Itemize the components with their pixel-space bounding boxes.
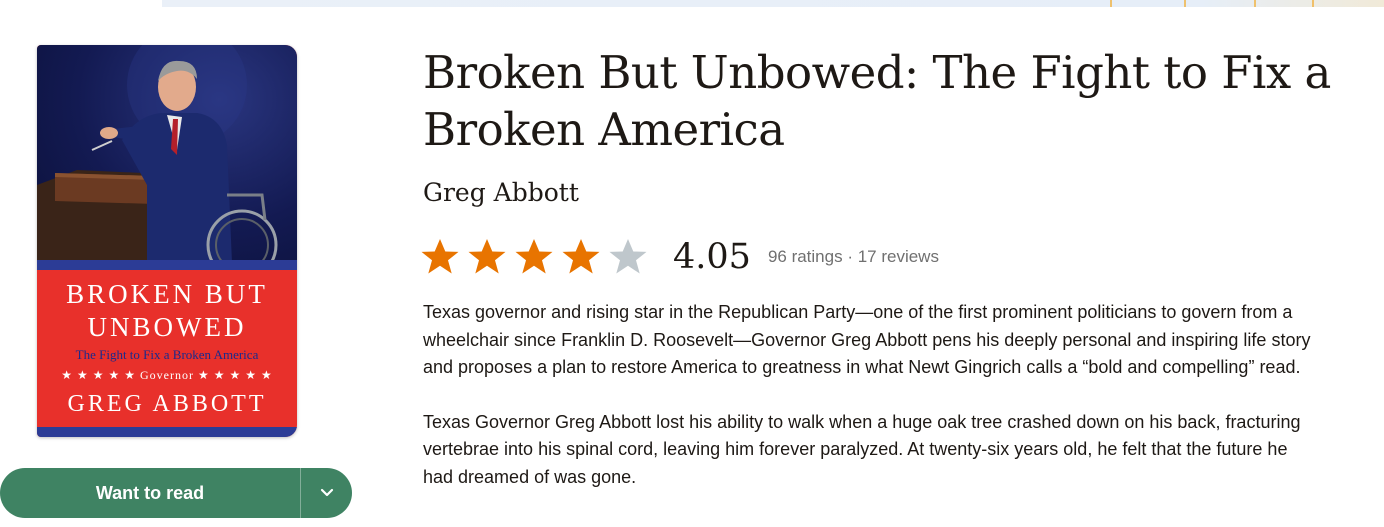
rating-stars xyxy=(420,237,655,277)
book-title: Broken But Unbowed: The Fight to Fix a B… xyxy=(423,46,1331,156)
star-filled-icon xyxy=(468,239,506,274)
cover-badge: ★ ★ ★ ★ ★ Governor ★ ★ ★ ★ ★ xyxy=(61,368,273,382)
want-to-read-button[interactable]: Want to read xyxy=(0,468,300,518)
star-filled-icon xyxy=(421,239,459,274)
rating-summary[interactable]: 4.05 96 ratings · 17 reviews xyxy=(420,232,939,282)
cover-subtitle: The Fight to Fix a Broken America xyxy=(75,347,259,362)
ratings-reviews-count[interactable]: 96 ratings · 17 reviews xyxy=(768,247,939,267)
average-rating: 4.05 xyxy=(673,237,751,277)
cover-title-line-1: BROKEN BUT xyxy=(66,279,268,309)
cover-stripe xyxy=(37,260,297,270)
cover-stripe-bottom xyxy=(37,427,297,437)
star-filled-icon xyxy=(562,239,600,274)
star-empty-icon xyxy=(609,239,647,274)
description-paragraph: Texas governor and rising star in the Re… xyxy=(423,302,1311,377)
shelf-options-button[interactable] xyxy=(301,468,352,518)
cover-author: GREG ABBOTT xyxy=(67,391,267,417)
author-link[interactable]: Greg Abbott xyxy=(423,178,579,207)
cover-photo xyxy=(37,45,297,281)
star-filled-icon xyxy=(515,239,553,274)
book-cover[interactable]: BROKEN BUT UNBOWED The Fight to Fix a Br… xyxy=(37,45,297,437)
book-description: Texas governor and rising star in the Re… xyxy=(423,299,1313,518)
chevron-down-icon xyxy=(320,488,333,497)
top-banner xyxy=(162,0,1384,7)
cover-title-line-2: UNBOWED xyxy=(87,312,247,342)
description-paragraph: Texas Governor Greg Abbott lost his abil… xyxy=(423,411,1301,487)
want-to-read-control: Want to read xyxy=(0,468,352,518)
